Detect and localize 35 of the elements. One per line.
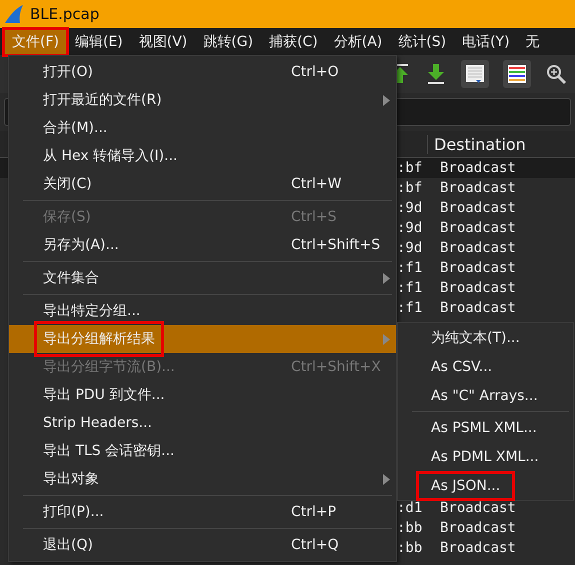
column-header[interactable]: Destination xyxy=(427,134,526,154)
menu-item[interactable]: 退出(Q) Ctrl+Q xyxy=(9,531,396,559)
menu-item[interactable]: As JSON... xyxy=(398,471,573,500)
menu-item[interactable]: 关闭(C) Ctrl+W xyxy=(9,170,396,198)
menu-item[interactable]: 导出特定分组... xyxy=(9,297,396,325)
menu-item[interactable]: 合并(M)... xyxy=(9,114,396,142)
menu-bar-item[interactable]: 分析(A) xyxy=(326,28,390,54)
menu-bar-item[interactable]: 统计(S) xyxy=(390,28,454,54)
menu-item[interactable]: Strip Headers... xyxy=(9,409,396,437)
menu-item[interactable]: As CSV... xyxy=(398,352,573,381)
menu-item[interactable]: 导出 TLS 会话密钥... xyxy=(9,437,396,465)
menu-item[interactable]: 打开最近的文件(R) xyxy=(9,86,396,114)
menu-item[interactable]: As PSML XML... xyxy=(398,413,573,442)
shark-fin-icon xyxy=(4,5,24,23)
list-icon[interactable] xyxy=(461,60,489,88)
menu-item[interactable]: 打印(P)... Ctrl+P xyxy=(9,498,396,526)
menu-bar-item[interactable]: 无 xyxy=(518,28,548,54)
window-title: BLE.pcap xyxy=(30,5,100,23)
menu-item[interactable]: 导出对象 xyxy=(9,465,396,493)
menu-bar-item[interactable]: 视图(V) xyxy=(130,28,196,54)
menu-item[interactable]: As PDML XML... xyxy=(398,442,573,471)
menu-item[interactable]: 从 Hex 转储导入(I)... xyxy=(9,142,396,170)
arrow-down-icon[interactable] xyxy=(425,63,447,85)
colored-lines-icon[interactable] xyxy=(503,60,531,88)
zoom-in-icon[interactable] xyxy=(545,63,567,85)
menu-bar-item[interactable]: 捕获(C) xyxy=(261,28,326,54)
menu-bar-item[interactable]: 编辑(E) xyxy=(66,28,131,54)
menu-item[interactable]: 文件集合 xyxy=(9,264,396,292)
menu-bar-item[interactable]: 文件(F) xyxy=(4,28,67,54)
menu-item[interactable]: 为纯文本(T)... xyxy=(398,323,573,352)
menu-bar-item[interactable]: 电话(Y) xyxy=(454,28,518,54)
menu-item[interactable]: As "C" Arrays... xyxy=(398,381,573,410)
menu-item[interactable]: 导出 PDU 到文件... xyxy=(9,381,396,409)
menu-item[interactable]: 另存为(A)... Ctrl+Shift+S xyxy=(9,231,396,259)
menu-bar-item[interactable]: 跳转(G) xyxy=(195,28,262,54)
